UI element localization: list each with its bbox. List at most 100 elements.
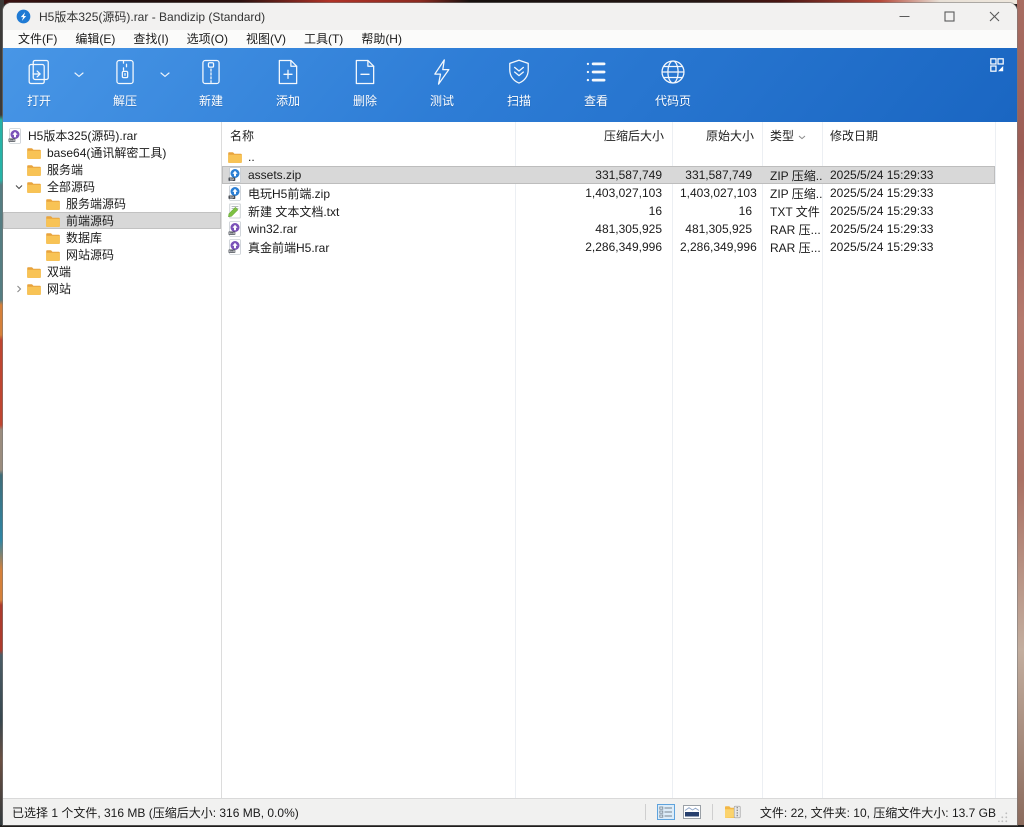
svg-text:ZIP: ZIP [230,195,235,199]
packed-size: 331,587,749 [515,168,672,182]
details-view-icon[interactable] [655,803,677,821]
tree-item-label: 网站 [47,280,71,297]
tree-item-前端源码[interactable]: 前端源码 [3,212,221,229]
toolbar-button-scan[interactable]: 扫描 [489,55,549,109]
column-header-3[interactable]: 原始大小 [672,127,762,144]
original-size: 16 [672,204,762,218]
folder-icon [45,213,61,229]
minimize-button[interactable] [882,3,927,30]
toolbar-button-label: 打开 [27,92,51,109]
toolbar-extract-dropdown[interactable] [155,55,175,95]
column-header-4[interactable]: 类型 [762,127,822,144]
file-row-电玩H5前端.zip[interactable]: ZIP电玩H5前端.zip1,403,027,1031,403,027,103Z… [222,184,1017,202]
file-list: 名称压缩后大小原始大小类型修改日期 ..ZIPassets.zip331,587… [222,122,1017,798]
rar-file-icon: RAR [227,221,243,237]
desktop-backdrop: H5版本325(源码).rar - Bandizip (Standard) 文件… [0,0,1024,827]
file-row-新建 文本文档.txt[interactable]: 新建 文本文档.txt1616TXT 文件2025/5/24 15:29:33 [222,202,1017,220]
open-archive-icon [23,55,55,89]
toolbar-button-extract[interactable]: 解压 [95,55,155,109]
toolbar-button-view[interactable]: 查看 [566,55,626,109]
tree-item-双端[interactable]: 双端 [3,263,221,280]
tree-item-label: base64(通讯解密工具) [47,144,166,161]
tree-item-root[interactable]: RARH5版本325(源码).rar [3,127,221,144]
modified-date: 2025/5/24 15:29:33 [822,222,995,236]
packed-size: 2,286,349,996 [515,240,672,254]
tree-item-服务端源码[interactable]: 服务端源码 [3,195,221,212]
menu-bar: 文件(F)编辑(E)查找(I)选项(O)视图(V)工具(T)帮助(H) [3,30,1017,48]
menu-item-1[interactable]: 文件(F) [9,30,66,48]
title-bar[interactable]: H5版本325(源码).rar - Bandizip (Standard) [3,3,1017,30]
file-row-assets.zip[interactable]: ZIPassets.zip331,587,749331,587,749ZIP 压… [222,166,1017,184]
toolbar-button-open[interactable]: 打开 [9,55,69,109]
tree-item-数据库[interactable]: 数据库 [3,229,221,246]
zip-file-icon: ZIP [227,185,243,201]
toolbar-button-delete[interactable]: 删除 [335,55,395,109]
svg-text:RAR: RAR [9,138,16,142]
view-list-icon [580,55,612,89]
zip-file-icon: ZIP [227,167,243,183]
file-name: win32.rar [248,222,297,236]
chevron-down-icon[interactable] [12,183,26,191]
codepage-globe-icon [657,55,689,89]
file-name: assets.zip [248,168,301,182]
chevron-right-icon[interactable] [12,285,26,293]
column-header-5[interactable]: 修改日期 [822,127,995,144]
folder-icon [26,281,42,297]
packed-size: 481,305,925 [515,222,672,236]
bandizip-window: H5版本325(源码).rar - Bandizip (Standard) 文件… [3,3,1017,825]
toolbar-button-add[interactable]: 添加 [258,55,318,109]
toolbar-open-dropdown[interactable] [69,55,89,95]
list-header: 名称压缩后大小原始大小类型修改日期 [222,122,1017,148]
delete-file-icon [349,55,381,89]
modified-date: 2025/5/24 15:29:33 [822,204,995,218]
menu-item-5[interactable]: 视图(V) [237,30,295,48]
add-file-icon [272,55,304,89]
file-row-真金前端H5.rar[interactable]: RAR真金前端H5.rar2,286,349,9962,286,349,996R… [222,238,1017,256]
file-row-win32.rar[interactable]: RARwin32.rar481,305,925481,305,925RAR 压.… [222,220,1017,238]
tree-item-base64(通讯解密工具)[interactable]: base64(通讯解密工具) [3,144,221,161]
original-size: 2,286,349,996 [672,240,762,254]
maximize-button[interactable] [927,3,972,30]
toolbar-button-new[interactable]: 新建 [181,55,241,109]
bandizip-logo-icon [16,9,31,24]
folder-icon [26,145,42,161]
toolbar-button-codepage[interactable]: 代码页 [643,55,703,109]
customize-toolbar-icon[interactable] [988,56,1006,74]
menu-item-6[interactable]: 工具(T) [295,30,352,48]
tree-item-label: 服务端源码 [66,195,126,212]
toolbar-button-label: 新建 [199,92,223,109]
original-size: 331,587,749 [672,168,762,182]
menu-item-4[interactable]: 选项(O) [178,30,237,48]
window-title: H5版本325(源码).rar - Bandizip (Standard) [39,8,265,25]
menu-item-7[interactable]: 帮助(H) [352,30,411,48]
archive-folder-icon[interactable] [722,803,744,821]
folder-tree: RARH5版本325(源码).rarbase64(通讯解密工具)服务端全部源码服… [3,122,221,798]
tree-item-全部源码[interactable]: 全部源码 [3,178,221,195]
svg-text:RAR: RAR [229,249,236,253]
desktop-strip-right [1017,0,1024,827]
preview-pane-icon[interactable] [681,803,703,821]
status-separator [712,804,713,820]
resize-grip[interactable] [998,811,1008,823]
test-icon [426,55,458,89]
column-header-2[interactable]: 压缩后大小 [515,127,672,144]
folder-icon [26,179,42,195]
tree-item-label: 前端源码 [66,212,114,229]
column-header-1[interactable]: 名称 [222,127,515,144]
tree-item-label: 服务端 [47,161,83,178]
archive-info: 文件: 22, 文件夹: 10, 压缩文件大小: 13.7 GB [760,804,996,821]
toolbar-button-test[interactable]: 测试 [412,55,472,109]
file-type: RAR 压... [762,221,822,238]
menu-item-2[interactable]: 编辑(E) [66,30,124,48]
folder-icon [227,149,243,165]
toolbar-button-label: 查看 [584,92,608,109]
tree-item-网站[interactable]: 网站 [3,280,221,297]
toolbar-button-label: 测试 [430,92,454,109]
file-row-..[interactable]: .. [222,148,1017,166]
tree-item-服务端[interactable]: 服务端 [3,161,221,178]
rar-archive-icon: RAR [7,128,23,144]
tree-item-网站源码[interactable]: 网站源码 [3,246,221,263]
menu-item-3[interactable]: 查找(I) [124,30,177,48]
sort-indicator-icon [798,129,806,143]
close-button[interactable] [972,3,1017,30]
